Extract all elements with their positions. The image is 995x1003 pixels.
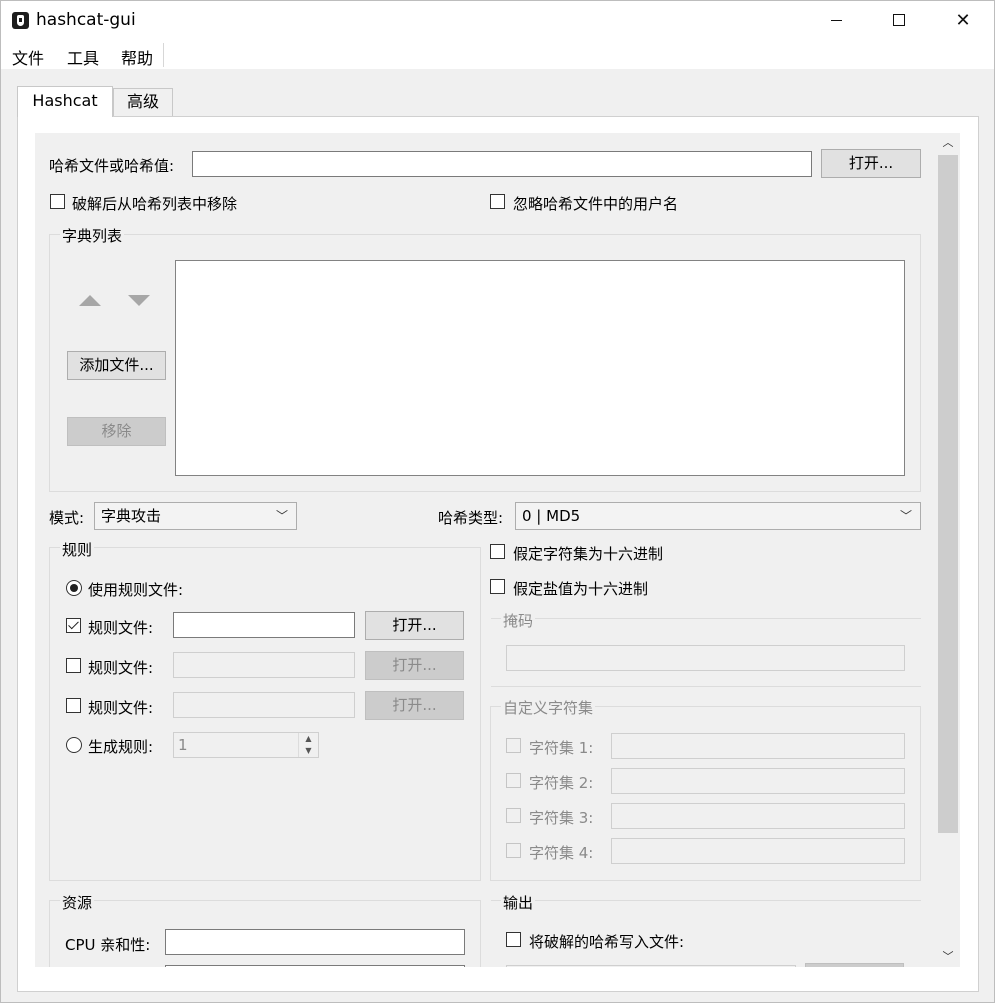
rule-file-1-input[interactable] [173, 612, 355, 638]
rules-group-title: 规则 [60, 539, 95, 560]
rule-file-3-label: 规则文件: [88, 699, 154, 717]
use-rule-files-radio[interactable] [66, 580, 82, 596]
spin-up-icon[interactable]: ▲ [299, 733, 318, 745]
rule-file-2-checkbox[interactable] [66, 658, 81, 673]
generate-rules-radio[interactable] [66, 737, 82, 753]
generate-rules-label: 生成规则: [88, 738, 154, 756]
close-icon: ✕ [955, 9, 971, 31]
rule-file-2-label: 规则文件: [88, 659, 154, 677]
rule-file-2-open-button[interactable]: 打开... [365, 651, 464, 680]
charset-2-input[interactable] [611, 768, 905, 794]
settings-scroll-area: 哈希文件或哈希值: 打开... 破解后从哈希列表中移除 忽略哈希文件中的用户名 … [35, 133, 936, 967]
menu-file[interactable]: 文件 [12, 45, 44, 69]
add-file-button[interactable]: 添加文件... [67, 351, 166, 380]
hash-open-button[interactable]: 打开... [821, 149, 921, 178]
tab-advanced[interactable]: 高级 [113, 88, 173, 116]
charset-1-input[interactable] [611, 733, 905, 759]
charset-3-input[interactable] [611, 803, 905, 829]
remove-cracked-label: 破解后从哈希列表中移除 [72, 195, 238, 213]
charset-2-checkbox[interactable] [506, 773, 521, 788]
chevron-down-icon: ﹀ [899, 509, 912, 523]
maximize-icon [893, 14, 905, 26]
tab-hashcat[interactable]: Hashcat [17, 86, 113, 117]
spin-buttons[interactable]: ▲ ▼ [298, 733, 318, 757]
rule-file-3-open-button[interactable]: 打开... [365, 691, 464, 720]
scroll-up-icon[interactable]: ︿ [936, 133, 960, 153]
charset-3-label: 字符集 3: [529, 809, 594, 827]
rule-file-1-open-button[interactable]: 打开... [365, 611, 464, 640]
cpu-affinity-label: CPU 亲和性: [65, 936, 151, 954]
mask-group-title: 掩码 [501, 610, 536, 631]
menu-separator [163, 43, 164, 67]
rule-file-2-input[interactable] [173, 652, 355, 678]
write-cracked-label: 将破解的哈希写入文件: [529, 933, 685, 951]
mode-label: 模式: [49, 509, 85, 527]
hashcat-app-icon [12, 12, 29, 29]
ignore-usernames-checkbox[interactable] [490, 194, 505, 209]
menu-bar: 文件 工具 帮助 [1, 39, 994, 69]
main-window: hashcat-gui ✕ 文件 工具 帮助 Hashcat 高级 哈希文件或哈… [0, 0, 995, 1003]
charset-4-checkbox[interactable] [506, 843, 521, 858]
hex-charset-checkbox[interactable] [490, 544, 505, 559]
hash-type-selected-value: 0 | MD5 [522, 507, 581, 525]
spin-down-icon[interactable]: ▼ [299, 745, 318, 757]
resources-group-title: 资源 [60, 892, 95, 913]
remove-cracked-checkbox[interactable] [50, 194, 65, 209]
rule-file-3-checkbox[interactable] [66, 698, 81, 713]
mask-input[interactable] [506, 645, 905, 671]
charset-2-label: 字符集 2: [529, 774, 594, 792]
mode-select[interactable]: 字典攻击 ﹀ [94, 502, 297, 530]
window-title: hashcat-gui [36, 10, 136, 30]
ignore-usernames-label: 忽略哈希文件中的用户名 [513, 195, 679, 213]
output-group-title: 输出 [501, 892, 536, 913]
generate-rules-value: 1 [178, 736, 188, 754]
chevron-down-icon: ﹀ [275, 509, 288, 523]
remove-file-button[interactable]: 移除 [67, 417, 166, 446]
vertical-scrollbar[interactable]: ︿ ﹀ [936, 133, 960, 967]
charset-3-checkbox[interactable] [506, 808, 521, 823]
charset-1-label: 字符集 1: [529, 739, 594, 757]
generate-rules-spinbox[interactable]: 1 ▲ ▼ [173, 732, 319, 758]
move-down-icon[interactable] [128, 295, 150, 306]
close-button[interactable]: ✕ [931, 1, 995, 39]
mask-group-border [491, 618, 921, 619]
use-rule-files-label: 使用规则文件: [88, 581, 184, 599]
output-group-border [491, 900, 921, 901]
charset-4-label: 字符集 4: [529, 844, 594, 862]
hex-salt-label: 假定盐值为十六进制 [513, 580, 649, 598]
scroll-down-icon[interactable]: ﹀ [936, 947, 960, 967]
custom-charset-group-title: 自定义字符集 [501, 697, 596, 718]
mask-group-bottom [491, 686, 921, 687]
hex-charset-label: 假定字符集为十六进制 [513, 545, 664, 563]
hex-salt-checkbox[interactable] [490, 579, 505, 594]
maximize-button[interactable] [867, 1, 931, 39]
output-open-button[interactable] [805, 963, 904, 967]
move-up-icon[interactable] [79, 295, 101, 306]
scrollbar-thumb[interactable] [938, 155, 958, 833]
rule-file-3-input[interactable] [173, 692, 355, 718]
title-bar: hashcat-gui ✕ [1, 1, 994, 39]
menu-help[interactable]: 帮助 [121, 45, 153, 69]
hash-input-field[interactable] [192, 151, 812, 177]
menu-tools[interactable]: 工具 [67, 45, 99, 69]
hash-type-select[interactable]: 0 | MD5 ﹀ [515, 502, 921, 530]
write-cracked-checkbox[interactable] [506, 932, 521, 947]
hash-type-label: 哈希类型: [438, 509, 504, 527]
wordlist-group-title: 字典列表 [60, 225, 125, 246]
charset-4-input[interactable] [611, 838, 905, 864]
cpu-affinity-input[interactable] [165, 929, 465, 955]
wordlist-listbox[interactable] [175, 260, 905, 476]
minimize-button[interactable] [804, 1, 868, 39]
rule-file-1-label: 规则文件: [88, 619, 154, 637]
rule-file-1-checkbox[interactable] [66, 618, 81, 633]
resources-second-input[interactable] [165, 965, 465, 967]
mode-selected-value: 字典攻击 [101, 507, 162, 525]
hash-input-label: 哈希文件或哈希值: [49, 157, 175, 175]
output-file-input[interactable] [506, 965, 796, 967]
minimize-icon [830, 19, 842, 21]
charset-1-checkbox[interactable] [506, 738, 521, 753]
